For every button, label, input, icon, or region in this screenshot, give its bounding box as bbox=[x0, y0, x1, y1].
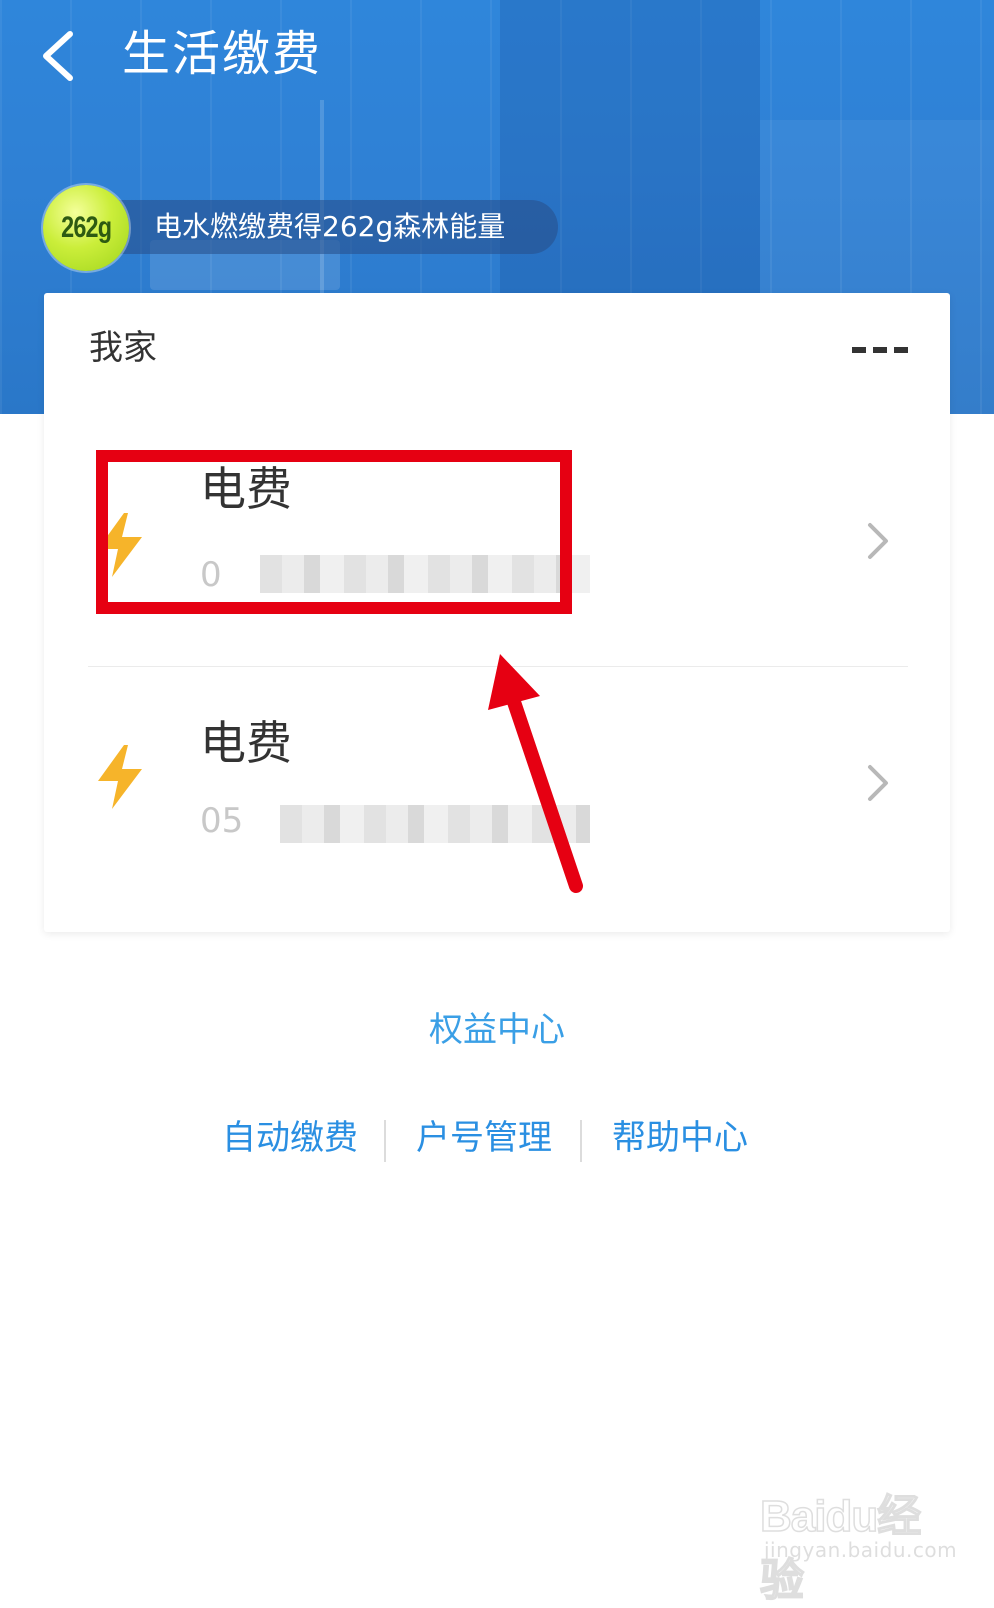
bill-item-electricity[interactable]: 电费 0 bbox=[44, 403, 950, 653]
energy-badge: 262g bbox=[43, 185, 129, 271]
bill-card: 我家 电费 0 电费 05 bbox=[44, 293, 950, 932]
bill-name: 电费 bbox=[200, 462, 292, 516]
chevron-right-icon bbox=[868, 523, 888, 559]
bottom-links: 自动缴费 户号管理 帮助中心 bbox=[0, 1116, 994, 1166]
more-dots-icon[interactable] bbox=[852, 343, 908, 357]
chevron-right-icon bbox=[868, 765, 888, 801]
bill-item-electricity[interactable]: 电费 05 bbox=[44, 663, 950, 913]
banner-background-shade bbox=[500, 0, 760, 300]
page-title: 生活缴费 bbox=[122, 26, 323, 82]
benefits-center-link-row: 权益中心 bbox=[0, 1008, 994, 1052]
bill-name: 电费 bbox=[200, 716, 292, 770]
benefits-center-link[interactable]: 权益中心 bbox=[429, 1010, 565, 1050]
auto-pay-link[interactable]: 自动缴费 bbox=[222, 1116, 358, 1160]
energy-badge-value: 262g bbox=[60, 211, 112, 244]
watermark-url: jingyan.baidu.com bbox=[764, 1538, 958, 1562]
account-manage-link[interactable]: 户号管理 bbox=[416, 1116, 552, 1160]
blurred-account-mask bbox=[280, 805, 590, 843]
lightning-bolt-icon bbox=[98, 513, 142, 577]
help-center-link[interactable]: 帮助中心 bbox=[612, 1116, 748, 1160]
link-separator bbox=[384, 1120, 386, 1162]
energy-banner-text: 电水燃缴费得262g森林能量 bbox=[154, 210, 506, 243]
card-title: 我家 bbox=[89, 328, 157, 368]
baidu-watermark: Baidu经验 jingyan.baidu.com bbox=[759, 1480, 956, 1606]
lightning-bolt-icon bbox=[98, 745, 142, 809]
chevron-left-icon[interactable] bbox=[34, 28, 84, 84]
link-separator bbox=[580, 1120, 582, 1162]
blurred-account-mask bbox=[260, 555, 590, 593]
